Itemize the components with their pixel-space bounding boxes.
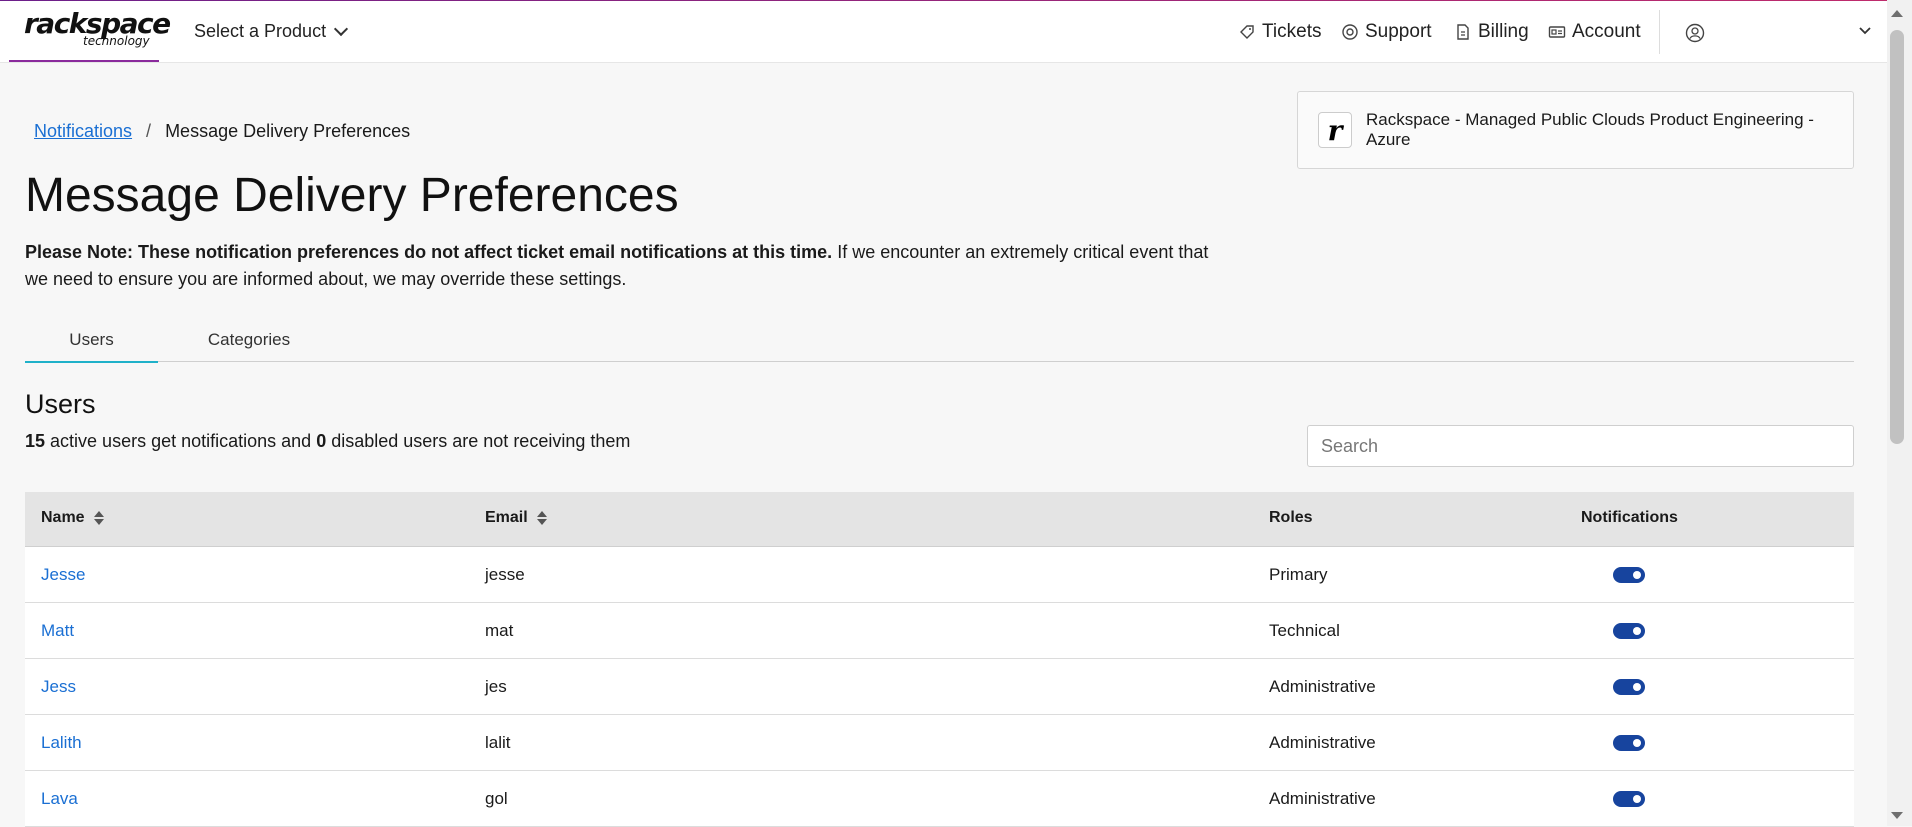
column-notifications-label: Notifications — [1581, 509, 1678, 526]
user-name-link[interactable]: Matt — [41, 621, 74, 641]
user-email: gol — [485, 789, 508, 808]
rackspace-logo[interactable]: rackspace technology — [9, 1, 171, 62]
chevron-down-icon — [334, 21, 349, 37]
preferences-note: Please Note: These notification preferen… — [25, 239, 1235, 293]
nav-tickets-label: Tickets — [1262, 21, 1322, 42]
scrollbar-thumb[interactable] — [1890, 30, 1904, 444]
table-row: Lava gol Administrative — [25, 771, 1854, 827]
id-card-icon — [1548, 26, 1566, 38]
nav-support[interactable]: Support — [1341, 21, 1432, 43]
breadcrumb-notifications-link[interactable]: Notifications — [34, 121, 132, 142]
users-table: Name Email Roles Notifications Jesse jes… — [25, 492, 1854, 827]
table-row: Matt mat Technical — [25, 603, 1854, 659]
column-header-email[interactable]: Email — [485, 509, 547, 527]
tab-users[interactable]: Users — [25, 330, 158, 363]
account-card[interactable]: r Rackspace - Managed Public Clouds Prod… — [1297, 91, 1854, 169]
nav-account-label: Account — [1572, 21, 1641, 42]
user-menu-chevron-icon[interactable] — [1858, 26, 1872, 36]
table-row: Lalith lalit Administrative — [25, 715, 1854, 771]
product-select-label: Select a Product — [194, 21, 327, 41]
user-name-link[interactable]: Jesse — [41, 565, 85, 585]
lifebuoy-icon — [1342, 24, 1358, 40]
account-name: Rackspace - Managed Public Clouds Produc… — [1366, 110, 1814, 149]
notifications-toggle[interactable] — [1613, 735, 1645, 751]
user-email: jesse — [485, 565, 525, 584]
summary-end: disabled users are not receiving them — [326, 431, 631, 451]
user-role: Primary — [1269, 565, 1328, 584]
column-header-roles: Roles — [1269, 509, 1313, 527]
scroll-down-arrow-icon[interactable] — [1891, 812, 1903, 819]
scroll-up-arrow-icon[interactable] — [1891, 10, 1903, 17]
page-title: Message Delivery Preferences — [25, 169, 679, 222]
preferences-note-bold: Please Note: These notification preferen… — [25, 242, 833, 262]
column-header-name[interactable]: Name — [41, 509, 104, 527]
column-name-label: Name — [41, 509, 85, 526]
tab-bar: Users Categories — [25, 315, 1854, 363]
sort-icon[interactable] — [93, 511, 104, 525]
nav-billing[interactable]: Billing — [1454, 21, 1529, 43]
top-navbar: rackspace technology Select a Product Ti… — [0, 1, 1887, 63]
nav-account[interactable]: Account — [1548, 21, 1641, 43]
disabled-user-count: 0 — [316, 431, 327, 451]
breadcrumb-separator: / — [146, 121, 152, 141]
nav-tickets[interactable]: Tickets — [1238, 21, 1321, 43]
column-roles-label: Roles — [1269, 509, 1313, 526]
product-select-dropdown[interactable]: Select a Product — [194, 21, 349, 42]
tab-categories[interactable]: Categories — [183, 330, 315, 350]
notifications-toggle[interactable] — [1613, 679, 1645, 695]
header-divider — [1659, 10, 1660, 54]
notifications-toggle[interactable] — [1613, 791, 1645, 807]
user-role: Technical — [1269, 621, 1340, 640]
summary-middle: active users get notifications and — [45, 431, 317, 451]
user-email: jes — [485, 677, 507, 696]
ticket-icon — [1240, 25, 1254, 39]
breadcrumb: Notifications / Message Delivery Prefere… — [34, 121, 410, 142]
notifications-toggle[interactable] — [1613, 623, 1645, 639]
user-avatar-icon[interactable] — [1685, 23, 1705, 43]
invoice-icon — [1457, 24, 1469, 40]
table-row: Jess jes Administrative — [25, 659, 1854, 715]
account-badge-icon: r — [1318, 112, 1352, 148]
user-name-link[interactable]: Lava — [41, 789, 78, 809]
column-email-label: Email — [485, 509, 528, 526]
nav-support-label: Support — [1365, 21, 1432, 42]
user-role: Administrative — [1269, 733, 1376, 752]
table-header: Name Email Roles Notifications — [25, 492, 1854, 547]
logo-subtitle: technology — [83, 34, 150, 48]
users-heading: Users — [25, 389, 96, 419]
search-input[interactable] — [1307, 425, 1854, 467]
active-user-count: 15 — [25, 431, 46, 451]
nav-billing-label: Billing — [1478, 21, 1529, 42]
sort-icon[interactable] — [536, 511, 547, 525]
user-role: Administrative — [1269, 677, 1376, 696]
user-role: Administrative — [1269, 789, 1376, 808]
users-summary: 15 active users get notifications and 0 … — [25, 431, 630, 452]
notifications-toggle[interactable] — [1613, 567, 1645, 583]
column-header-notifications: Notifications — [1581, 509, 1678, 527]
user-name-link[interactable]: Jess — [41, 677, 76, 697]
user-name-link[interactable]: Lalith — [41, 733, 82, 753]
user-email: mat — [485, 621, 514, 640]
table-row: Jesse jesse Primary — [25, 547, 1854, 603]
breadcrumb-current: Message Delivery Preferences — [165, 121, 411, 141]
user-email: lalit — [485, 733, 511, 752]
